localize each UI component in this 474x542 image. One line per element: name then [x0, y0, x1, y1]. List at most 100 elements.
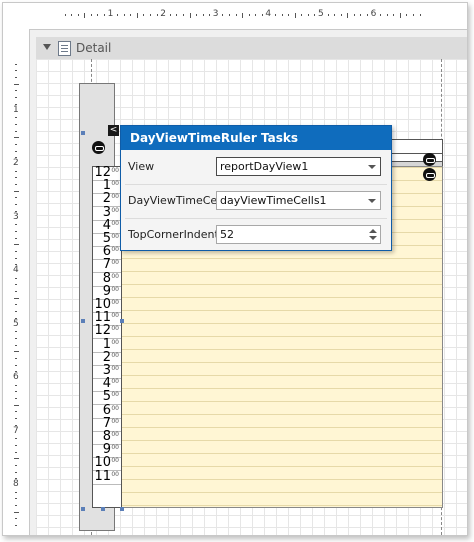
spin-down-icon[interactable]: [369, 236, 377, 240]
ruler-tick: [15, 337, 17, 339]
view-value: reportDayView1: [220, 160, 309, 173]
indent-label: TopCornerIndent: [128, 228, 219, 241]
minutes-label: 00: [111, 351, 119, 359]
ruler-tick: [15, 77, 17, 79]
cells-select[interactable]: dayViewTimeCells1: [216, 191, 381, 210]
ruler-tick: [255, 14, 257, 16]
selection-handle[interactable]: [101, 507, 105, 511]
ruler-number: 7: [13, 425, 19, 436]
ruler-tick: [64, 14, 66, 16]
ruler-tick: [13, 137, 19, 139]
ruler-tick: [228, 14, 230, 16]
ruler-tick: [15, 70, 17, 72]
ruler-tick: [222, 14, 224, 16]
ruler-tick: [15, 143, 17, 145]
ruler-tick: [419, 14, 421, 16]
ruler-tick: [143, 14, 145, 16]
minutes-label: 00: [111, 246, 119, 254]
ruler-tick: [15, 304, 17, 306]
band-label: Detail: [76, 41, 112, 55]
selection-handle[interactable]: [120, 319, 124, 323]
ruler-tick: [406, 14, 408, 16]
ruler-number: 3: [13, 211, 19, 222]
view-select[interactable]: reportDayView1: [216, 157, 381, 176]
ruler-number: 3: [212, 9, 219, 19]
selection-handle[interactable]: [81, 319, 85, 323]
indent-spinner[interactable]: 52: [216, 225, 381, 244]
ruler-tick: [399, 12, 401, 18]
ruler-number: 8: [13, 479, 19, 489]
chevron-down-icon[interactable]: [364, 158, 380, 175]
ruler-tick: [15, 257, 17, 259]
ruler-tick: [202, 14, 204, 16]
spin-up-icon[interactable]: [369, 229, 377, 233]
ruler-tick: [281, 14, 283, 16]
selection-handle[interactable]: [81, 507, 85, 511]
minutes-label: 00: [111, 378, 119, 386]
view-row: View reportDayView1: [121, 152, 391, 184]
link-icon[interactable]: [92, 141, 105, 154]
ruler-tick: [15, 384, 17, 386]
ruler-tick: [15, 464, 17, 466]
tasks-panel: DayViewTimeRuler Tasks View reportDayVie…: [120, 125, 392, 251]
ruler-tick: [84, 12, 86, 18]
ruler-tick: [380, 14, 382, 16]
ruler-number: 2: [160, 9, 166, 19]
ruler-tick: [15, 170, 17, 172]
ruler-tick: [15, 237, 17, 239]
ruler-tick: [15, 250, 17, 252]
day-view-time-ruler[interactable]: 12 00 1 00 2 00 3 00 4 00 5 00 6 00 7 00 8 00 9 00 10 00 11 00 1…: [92, 165, 122, 508]
ruler-tick: [15, 344, 17, 346]
band-header-detail[interactable]: Detail: [36, 37, 467, 60]
ruler-tick: [15, 123, 17, 125]
ruler-tick: [13, 511, 19, 513]
ruler-tick: [97, 14, 99, 16]
ruler-tick: [242, 12, 244, 18]
ruler-tick: [15, 411, 17, 413]
ruler-tick: [13, 297, 19, 299]
ruler-tick: [413, 14, 415, 16]
ruler-tick: [274, 14, 276, 16]
minutes-label: 00: [111, 285, 119, 293]
time-ruler-hour: 11 00: [93, 469, 121, 485]
ruler-tick: [15, 438, 17, 440]
ruler-tick: [150, 14, 152, 16]
ruler-tick: [386, 14, 388, 16]
ruler-tick: [15, 284, 17, 286]
smart-tag-button[interactable]: <: [108, 125, 119, 136]
link-icon[interactable]: [423, 168, 436, 181]
collapse-arrow-icon[interactable]: [43, 44, 51, 50]
ruler-tick: [15, 525, 17, 527]
ruler-tick: [15, 505, 17, 507]
ruler-tick: [347, 12, 349, 18]
selection-handle[interactable]: [120, 507, 124, 511]
minutes-label: 00: [111, 180, 119, 188]
minutes-label: 00: [111, 444, 119, 452]
ruler-tick: [294, 12, 296, 18]
ruler-tick: [353, 14, 355, 16]
ruler-tick: [334, 14, 336, 16]
ruler-tick: [314, 14, 316, 16]
cells-row: DayViewTimeCells dayViewTimeCells1: [121, 186, 391, 218]
minutes-label: 00: [111, 404, 119, 412]
link-icon[interactable]: [423, 153, 436, 166]
ruler-tick: [15, 311, 17, 313]
indent-row: TopCornerIndent 52: [121, 220, 391, 252]
ruler-tick: [15, 90, 17, 92]
selection-handle[interactable]: [81, 131, 85, 135]
ruler-number: 1: [13, 104, 19, 115]
tasks-panel-title: DayViewTimeRuler Tasks: [121, 126, 391, 150]
chevron-down-icon[interactable]: [364, 192, 380, 209]
minutes-label: 00: [111, 206, 119, 214]
minutes-label: 00: [111, 365, 119, 372]
minutes-label: 00: [111, 470, 119, 478]
ruler-tick: [15, 491, 17, 493]
ruler-tick: [15, 391, 17, 393]
ruler-tick: [156, 14, 158, 16]
minutes-label: 00: [111, 219, 119, 227]
ruler-tick: [15, 224, 17, 226]
cells-value: dayViewTimeCells1: [220, 194, 327, 207]
ruler-tick: [327, 14, 329, 16]
minutes-label: 00: [111, 431, 119, 438]
ruler-number: 6: [370, 9, 377, 19]
